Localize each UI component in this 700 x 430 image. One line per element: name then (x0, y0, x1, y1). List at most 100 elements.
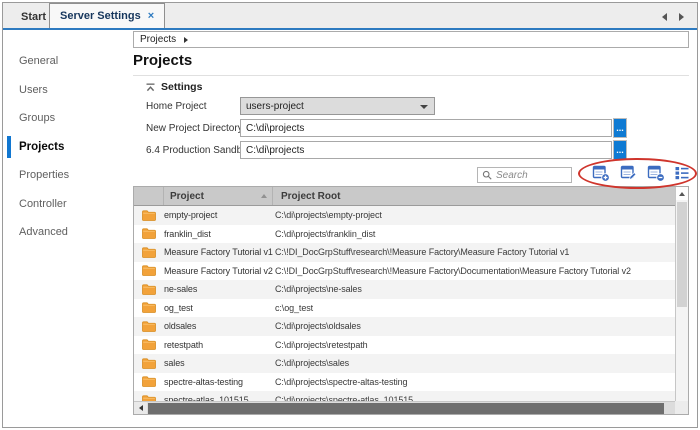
project-cell: empty-project (164, 210, 218, 221)
folder-icon (142, 339, 156, 351)
project-root-cell: C:\di\projects\sales (275, 358, 350, 369)
sidebar-item-label: Projects (19, 140, 65, 153)
sort-ascending-icon (261, 194, 267, 198)
server-settings-window: Start Server Settings × General Users Grou… (0, 0, 700, 430)
home-project-label: Home Project (146, 101, 207, 112)
breadcrumb-arrow-icon (184, 36, 189, 43)
active-tab-underline (3, 28, 697, 30)
remove-project-button[interactable] (647, 164, 665, 182)
sidebar-item-label: Advanced (19, 226, 68, 239)
table-row[interactable]: franklin_dist C:\di\projects\franklin_dis… (134, 225, 675, 244)
horizontal-scrollbar[interactable] (134, 401, 675, 414)
project-root-cell: c:\og_test (275, 302, 314, 313)
search-input[interactable] (496, 169, 566, 181)
project-cell: og_test (164, 302, 193, 313)
sidebar-item-properties[interactable]: Properties (3, 161, 130, 190)
home-project-value: users-project (246, 100, 304, 112)
folder-icon (142, 228, 156, 240)
remove-project-icon (647, 165, 665, 182)
tab-server-settings[interactable]: Server Settings × (49, 3, 166, 28)
breadcrumb[interactable]: Projects (133, 31, 689, 48)
project-cell: ne-sales (164, 284, 198, 295)
sidebar-item-controller[interactable]: Controller (3, 190, 130, 219)
tab-start-label: Start (21, 11, 47, 23)
tab-scroll-left-icon[interactable] (662, 13, 667, 21)
table-body: empty-project C:\di\projects\empty-projec… (134, 206, 675, 414)
new-project-directory-input[interactable] (240, 119, 612, 137)
new-project-directory-label: New Project Directory (146, 123, 243, 134)
home-project-dropdown[interactable]: users-project (240, 97, 435, 115)
sidebar-item-projects[interactable]: Projects (3, 133, 130, 162)
horizontal-scroll-thumb[interactable] (148, 403, 664, 414)
vertical-scrollbar[interactable] (675, 187, 688, 401)
tab-bar: Start Server Settings × (3, 3, 697, 28)
table-header: Project Project Root (134, 187, 675, 206)
edit-project-button[interactable] (620, 164, 638, 182)
project-root-cell: C:\di\projects\oldsales (275, 321, 361, 332)
table-row[interactable]: empty-project C:\di\projects\empty-projec… (134, 206, 675, 225)
production-sandbox-input[interactable] (240, 141, 612, 159)
folder-icon (142, 284, 156, 295)
project-root-cell: C:\!DI_DocGrpStuff\research\!Measure Fac… (275, 247, 570, 258)
folder-icon (142, 302, 156, 314)
table-row[interactable]: retestpath C:\di\projects\retestpath (134, 336, 675, 355)
add-project-button[interactable] (592, 164, 610, 182)
vertical-scroll-thumb[interactable] (677, 202, 687, 307)
list-view-button[interactable] (673, 164, 691, 182)
sidebar-item-users[interactable]: Users (3, 76, 130, 105)
sidebar-item-label: General (19, 55, 59, 68)
table-row[interactable]: sales C:\di\projects\sales (134, 354, 675, 373)
project-root-cell: C:\di\projects\franklin_dist (275, 228, 376, 239)
arrow-left-icon (138, 405, 143, 411)
project-cell: spectre-altas-testing (164, 376, 243, 387)
title-divider (133, 75, 689, 76)
scroll-up-button[interactable] (676, 187, 688, 200)
sidebar-item-label: Properties (19, 169, 70, 182)
table-row[interactable]: og_test c:\og_test (134, 299, 675, 318)
table-row[interactable]: oldsales C:\di\projects\oldsales (134, 317, 675, 336)
browse-production-sandbox-button[interactable]: ... (613, 140, 627, 160)
folder-icon (142, 210, 156, 221)
close-icon[interactable]: × (148, 10, 154, 22)
sidebar-item-groups[interactable]: Groups (3, 104, 130, 133)
collapse-section-icon[interactable] (146, 83, 155, 92)
scroll-left-button[interactable] (134, 402, 147, 414)
sidebar-item-label: Controller (19, 197, 67, 210)
table-row[interactable]: Measure Factory Tutorial v2 C:\!DI_DocGrp… (134, 262, 675, 281)
project-cell: Measure Factory Tutorial v2 (164, 265, 273, 276)
project-cell: sales (164, 358, 185, 369)
production-sandbox-label: 6.4 Production Sandbox (146, 145, 253, 156)
project-root-cell: C:\di\projects\spectre-altas-testing (275, 376, 408, 387)
search-box (477, 167, 572, 183)
table-row[interactable]: ne-sales C:\di\projects\ne-sales (134, 280, 675, 299)
breadcrumb-label: Projects (140, 34, 177, 45)
sidebar: General Users Groups Projects Properties Cont… (3, 47, 130, 247)
settings-section-title: Settings (161, 81, 203, 93)
browse-new-project-directory-button[interactable]: ... (613, 118, 627, 138)
project-root-column-header[interactable]: Project Root (273, 187, 675, 205)
list-view-icon (675, 167, 689, 180)
project-cell: oldsales (164, 321, 197, 332)
selected-indicator (7, 135, 11, 158)
sidebar-item-general[interactable]: General (3, 47, 130, 76)
folder-icon (142, 358, 156, 369)
project-cell: retestpath (164, 339, 204, 350)
page-title: Projects (133, 52, 193, 69)
icon-column-header (134, 187, 164, 205)
add-project-icon (592, 165, 610, 182)
sidebar-item-advanced[interactable]: Advanced (3, 218, 130, 247)
table-row[interactable]: spectre-altas-testing C:\di\projects\spec… (134, 373, 675, 392)
search-icon (482, 170, 492, 180)
project-root-cell: C:\di\projects\empty-project (275, 210, 382, 221)
edit-project-icon (620, 165, 637, 181)
project-root-cell: C:\di\projects\ne-sales (275, 284, 362, 295)
chevron-down-icon (420, 105, 428, 109)
arrow-up-icon (679, 191, 685, 196)
folder-icon (142, 265, 156, 277)
project-cell: franklin_dist (164, 228, 211, 239)
project-cell: Measure Factory Tutorial v1 (164, 247, 273, 258)
projects-table: Project Project Root empty-project C:\di\… (133, 186, 689, 415)
table-row[interactable]: Measure Factory Tutorial v1 C:\!DI_DocGrp… (134, 243, 675, 262)
tab-scroll-right-icon[interactable] (679, 13, 684, 21)
project-column-header[interactable]: Project (164, 187, 273, 205)
